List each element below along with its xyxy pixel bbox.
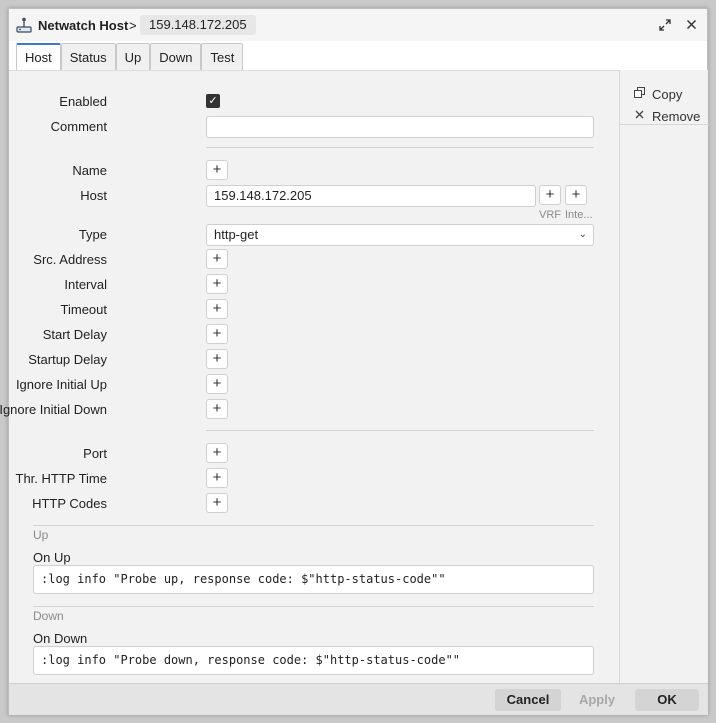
on-up-script-input[interactable]: :log info "Probe up, response code: $"ht…	[33, 565, 594, 594]
tab-up[interactable]: Up	[115, 43, 151, 71]
http-codes-label: HTTP Codes	[32, 496, 107, 511]
thr-http-time-label: Thr. HTTP Time	[15, 471, 108, 486]
port-add-button[interactable]: +	[206, 443, 228, 463]
start-delay-add-button[interactable]: +	[206, 324, 228, 344]
apply-button[interactable]: Apply	[567, 689, 627, 711]
comment-input[interactable]	[206, 116, 594, 138]
type-select[interactable]: http-get ⌄	[206, 224, 594, 246]
startup-delay-add-button[interactable]: +	[206, 349, 228, 369]
remove-button[interactable]: Remove	[632, 107, 700, 125]
interval-label: Interval	[64, 277, 107, 292]
http-codes-add-button[interactable]: +	[206, 493, 228, 513]
enabled-label: Enabled	[59, 94, 107, 109]
ignore-initial-down-add-button[interactable]: +	[206, 399, 228, 419]
divider	[206, 430, 594, 431]
up-section-title: Up	[33, 528, 49, 542]
divider	[33, 606, 594, 607]
thr-http-time-add-button[interactable]: +	[206, 468, 228, 488]
expand-icon[interactable]	[657, 17, 673, 33]
name-label: Name	[72, 163, 107, 178]
ok-button[interactable]: OK	[635, 689, 699, 711]
netwatch-host-window: Netwatch Host > 159.148.172.205 Host Sta…	[0, 8, 709, 715]
breadcrumb-host[interactable]: 159.148.172.205	[140, 15, 256, 35]
dialog-footer: Cancel Apply OK	[9, 683, 708, 715]
ignore-initial-up-label: Ignore Initial Up	[15, 377, 107, 392]
timeout-add-button[interactable]: +	[206, 299, 228, 319]
tab-bar: Host Status Up Down Test	[16, 43, 244, 71]
action-sidebar: Copy Remove	[619, 70, 709, 683]
divider	[33, 525, 594, 526]
name-add-button[interactable]: +	[206, 160, 228, 180]
tab-down[interactable]: Down	[150, 43, 202, 71]
port-label: Port	[83, 446, 107, 461]
form-panel: Enabled ✓ Comment Name + Host 159.148.17…	[0, 70, 619, 683]
ignore-initial-down-label: Ignore Initial Down	[0, 402, 107, 417]
copy-label: Copy	[652, 86, 683, 102]
type-label: Type	[78, 227, 107, 242]
tab-status[interactable]: Status	[60, 43, 116, 71]
type-select-value: http-get	[214, 227, 259, 242]
interval-add-button[interactable]: +	[206, 274, 228, 294]
host-label: Host	[80, 188, 107, 203]
startup-delay-label: Startup Delay	[28, 352, 107, 367]
divider	[620, 124, 709, 125]
remove-label: Remove	[652, 108, 701, 124]
on-down-script-input[interactable]: :log info "Probe down, response code: $"…	[33, 646, 594, 675]
enabled-checkbox[interactable]: ✓	[206, 94, 220, 108]
title-bar: Netwatch Host > 159.148.172.205	[9, 9, 707, 41]
netwatch-icon	[16, 17, 32, 33]
timeout-label: Timeout	[60, 302, 107, 317]
host-input[interactable]: 159.148.172.205	[206, 185, 536, 207]
ignore-initial-up-add-button[interactable]: +	[206, 374, 228, 394]
vrf-add-button[interactable]: +	[539, 185, 561, 205]
down-section-title: Down	[33, 609, 64, 623]
close-icon[interactable]	[683, 17, 699, 33]
src-address-label: Src. Address	[33, 252, 107, 267]
start-delay-label: Start Delay	[42, 327, 107, 342]
interface-label: Inte...	[565, 209, 593, 221]
tab-host[interactable]: Host	[16, 43, 61, 71]
copy-icon	[632, 87, 646, 101]
src-address-add-button[interactable]: +	[206, 249, 228, 269]
on-down-label: On Down	[33, 631, 88, 646]
window-title: Netwatch Host	[38, 18, 129, 33]
on-up-label: On Up	[33, 550, 71, 565]
cancel-button[interactable]: Cancel	[495, 689, 561, 711]
chevron-down-icon: ⌄	[578, 229, 587, 240]
breadcrumb-separator: >	[129, 18, 137, 33]
close-icon	[632, 110, 646, 122]
copy-button[interactable]: Copy	[632, 85, 682, 103]
interface-add-button[interactable]: +	[565, 185, 587, 205]
divider	[206, 147, 594, 148]
comment-label: Comment	[50, 119, 107, 134]
vrf-label: VRF	[539, 209, 561, 221]
tab-test[interactable]: Test	[201, 43, 244, 71]
